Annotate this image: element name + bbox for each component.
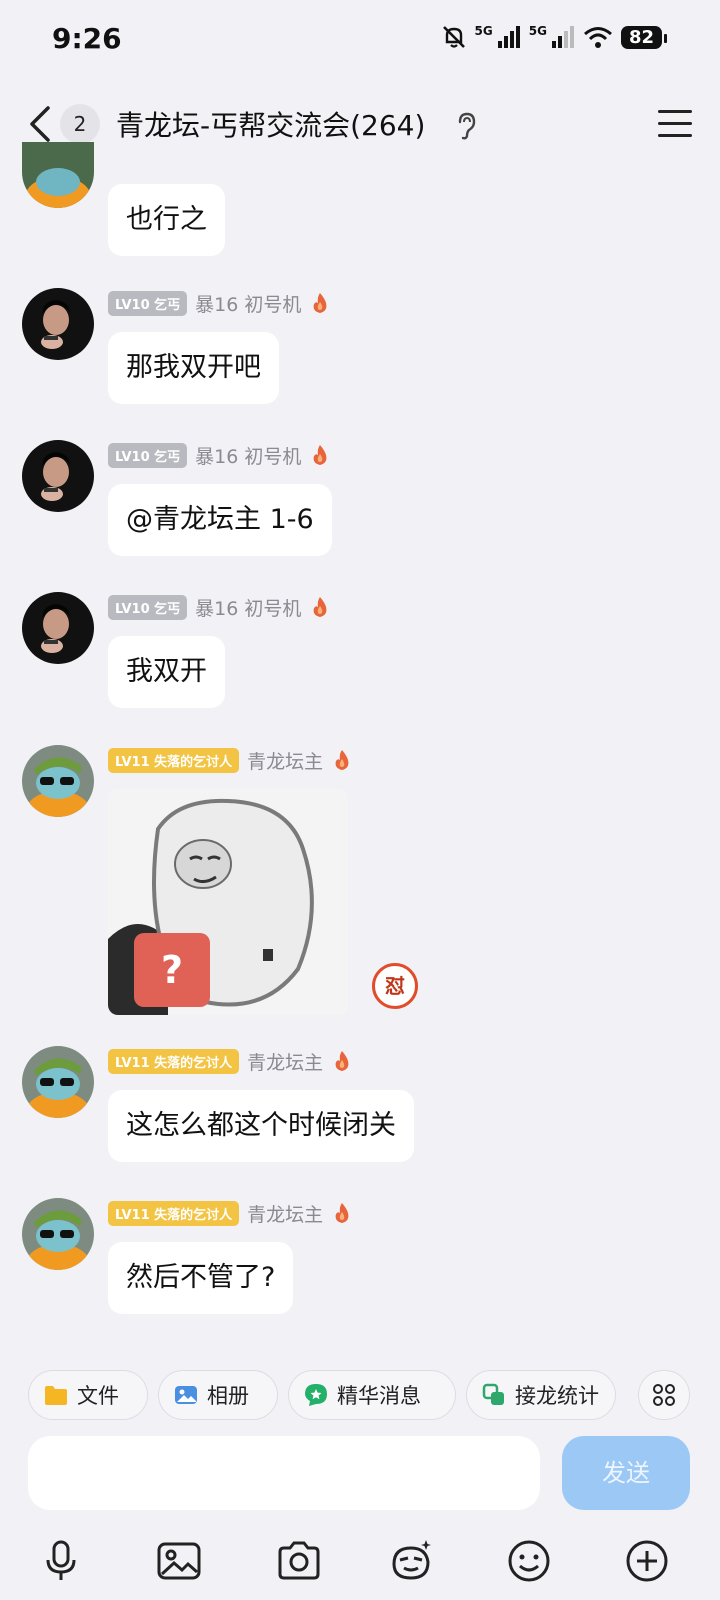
chat-header: 2 青龙坛-丐帮交流会(264) xyxy=(0,90,720,160)
sender-nickname[interactable]: 暴16 初号机 xyxy=(195,594,301,621)
more-apps-button[interactable] xyxy=(638,1370,690,1420)
sender-nickname[interactable]: 青龙坛主 xyxy=(247,747,323,774)
folder-icon xyxy=(45,1386,67,1405)
sender-nickname[interactable]: 青龙坛主 xyxy=(247,1200,323,1227)
avatar[interactable] xyxy=(22,745,94,817)
quick-action-label: 精华消息 xyxy=(337,1384,421,1408)
avatar[interactable] xyxy=(22,440,94,512)
quick-action-essence[interactable]: 精华消息 xyxy=(288,1370,456,1420)
avatar[interactable] xyxy=(22,142,94,208)
quick-action-file[interactable]: 文件 xyxy=(28,1370,148,1420)
grid-icon xyxy=(653,1384,675,1406)
avatar[interactable] xyxy=(22,592,94,664)
back-chevron-icon[interactable] xyxy=(22,104,58,144)
battery-indicator: 82 xyxy=(620,25,668,49)
network-type-label: 5G xyxy=(474,24,493,38)
message-bubble[interactable]: 这怎么都这个时候闭关 xyxy=(108,1090,414,1162)
quick-actions-bar: 文件 相册 精华消息 接龙统计 xyxy=(0,1360,720,1420)
level-badge: LV10 乞丐 xyxy=(108,290,188,316)
wifi-icon xyxy=(583,27,612,48)
avatar[interactable] xyxy=(22,1046,94,1118)
level-badge: LV10 乞丐 xyxy=(108,594,188,620)
level-badge: LV11 失落的乞讨人 xyxy=(108,747,240,773)
ear-icon[interactable] xyxy=(456,112,478,140)
quick-action-label: 接龙统计 xyxy=(515,1384,599,1408)
reaction-sticker-icon[interactable]: 怼 xyxy=(372,963,418,1009)
chain-icon xyxy=(482,1383,504,1405)
menu-icon[interactable] xyxy=(658,110,692,140)
quick-action-label: 文件 xyxy=(77,1384,119,1408)
message-bubble[interactable]: 也行之 xyxy=(108,184,225,256)
message-bubble[interactable]: 那我双开吧 xyxy=(108,332,279,404)
sender-nickname[interactable]: 青龙坛主 xyxy=(247,1048,323,1075)
group-title: 青龙坛-丐帮交流会(264) xyxy=(116,109,426,142)
signal-icon xyxy=(497,26,520,48)
status-bar: 9:26 5G 5G 82 xyxy=(0,0,720,80)
star-chat-icon xyxy=(305,1384,327,1406)
sticker-face-icon[interactable] xyxy=(386,1536,436,1586)
quick-action-album[interactable]: 相册 xyxy=(158,1370,278,1420)
avatar[interactable] xyxy=(22,288,94,360)
message-bubble[interactable]: @青龙坛主 1-6 xyxy=(108,484,332,556)
camera-icon[interactable] xyxy=(274,1536,324,1586)
mute-bell-icon xyxy=(442,26,465,48)
flame-icon xyxy=(313,293,327,313)
flame-icon xyxy=(313,445,327,465)
sender-nickname[interactable]: 暴16 初号机 xyxy=(195,442,301,469)
sender-nickname[interactable]: 暴16 初号机 xyxy=(195,290,301,317)
flame-icon xyxy=(313,597,327,617)
sticker-question-mark: ? xyxy=(160,948,184,992)
input-toolbar xyxy=(0,1530,720,1600)
plus-icon[interactable] xyxy=(622,1536,672,1586)
message-bubble[interactable]: 然后不管了? xyxy=(108,1242,294,1314)
signal-icon xyxy=(551,26,574,48)
status-icons: 5G 5G 82 xyxy=(441,24,668,50)
level-badge: LV11 失落的乞讨人 xyxy=(108,1048,240,1074)
quick-action-label: 相册 xyxy=(207,1384,249,1408)
flame-icon xyxy=(335,750,349,770)
level-badge: LV10 乞丐 xyxy=(108,442,188,468)
quick-action-relay[interactable]: 接龙统计 xyxy=(466,1370,616,1420)
message-meta: LV10 乞丐 暴16 初号机 xyxy=(108,440,331,470)
message-bubble[interactable]: 我双开 xyxy=(108,636,225,708)
status-time: 9:26 xyxy=(52,22,122,55)
message-input[interactable] xyxy=(28,1436,540,1510)
send-button[interactable]: 发送 xyxy=(562,1436,690,1510)
emoji-icon[interactable] xyxy=(504,1536,554,1586)
unread-count-badge[interactable]: 2 xyxy=(60,104,100,144)
network-type-label: 5G xyxy=(528,24,547,38)
flame-icon xyxy=(335,1203,349,1223)
avatar[interactable] xyxy=(22,1198,94,1270)
message-meta: LV11 失落的乞讨人 青龙坛主 xyxy=(108,1046,353,1076)
level-badge: LV11 失落的乞讨人 xyxy=(108,1200,240,1226)
image-icon[interactable] xyxy=(154,1536,204,1586)
microphone-icon[interactable] xyxy=(36,1536,86,1586)
message-meta: LV10 乞丐 暴16 初号机 xyxy=(108,592,331,622)
message-meta: LV10 乞丐 暴16 初号机 xyxy=(108,288,331,318)
message-meta: LV11 失落的乞讨人 青龙坛主 xyxy=(108,1198,353,1228)
flame-icon xyxy=(335,1051,349,1071)
message-meta: LV11 失落的乞讨人 青龙坛主 xyxy=(108,745,353,775)
photo-album-icon xyxy=(175,1386,197,1404)
sticker-image[interactable]: ? xyxy=(108,789,348,1015)
